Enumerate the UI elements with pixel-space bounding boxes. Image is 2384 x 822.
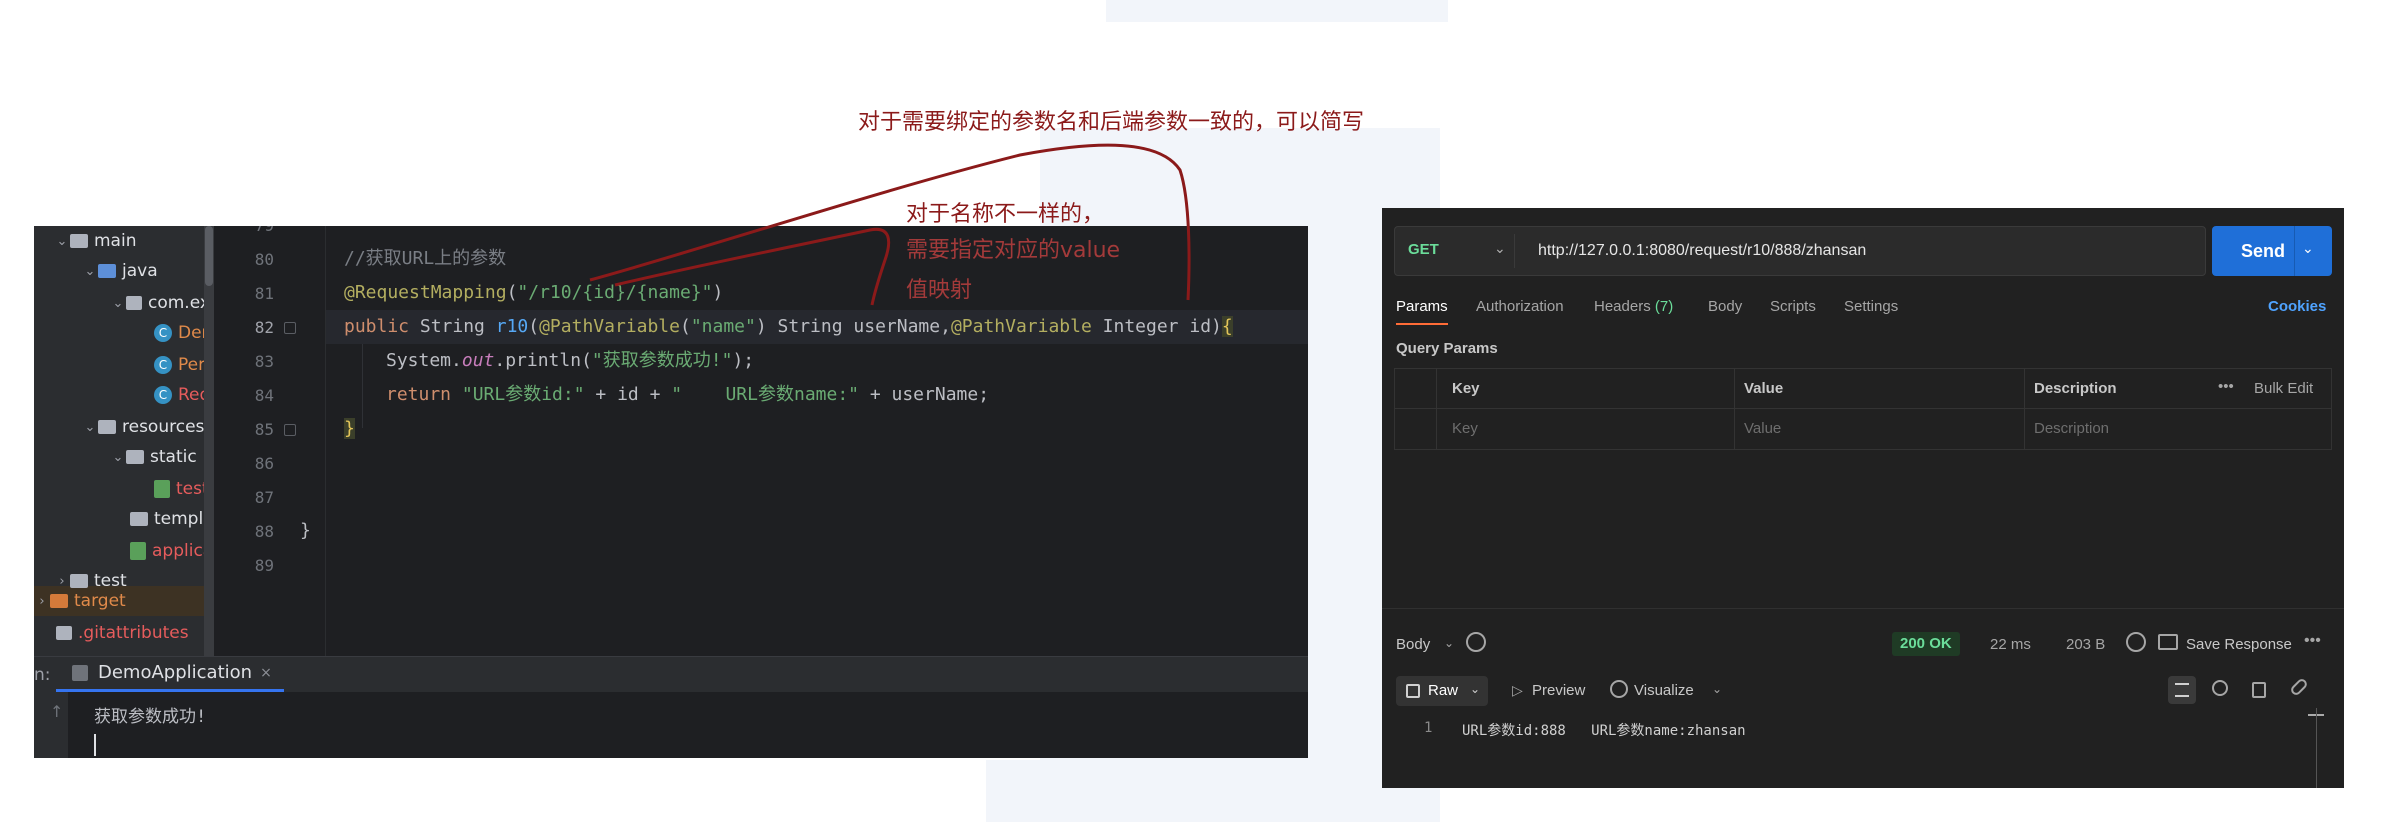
annotation-curve (614, 227, 891, 306)
annotation-middle-line1: 对于名称不一样的， (906, 202, 1105, 227)
annotation-middle-line3: 值映射 (906, 278, 973, 303)
annotation-middle-line2: 需要指定对应的value (906, 238, 1121, 263)
annotation-top: 对于需要绑定的参数名和后端参数一致的，可以简写 (858, 110, 1365, 135)
